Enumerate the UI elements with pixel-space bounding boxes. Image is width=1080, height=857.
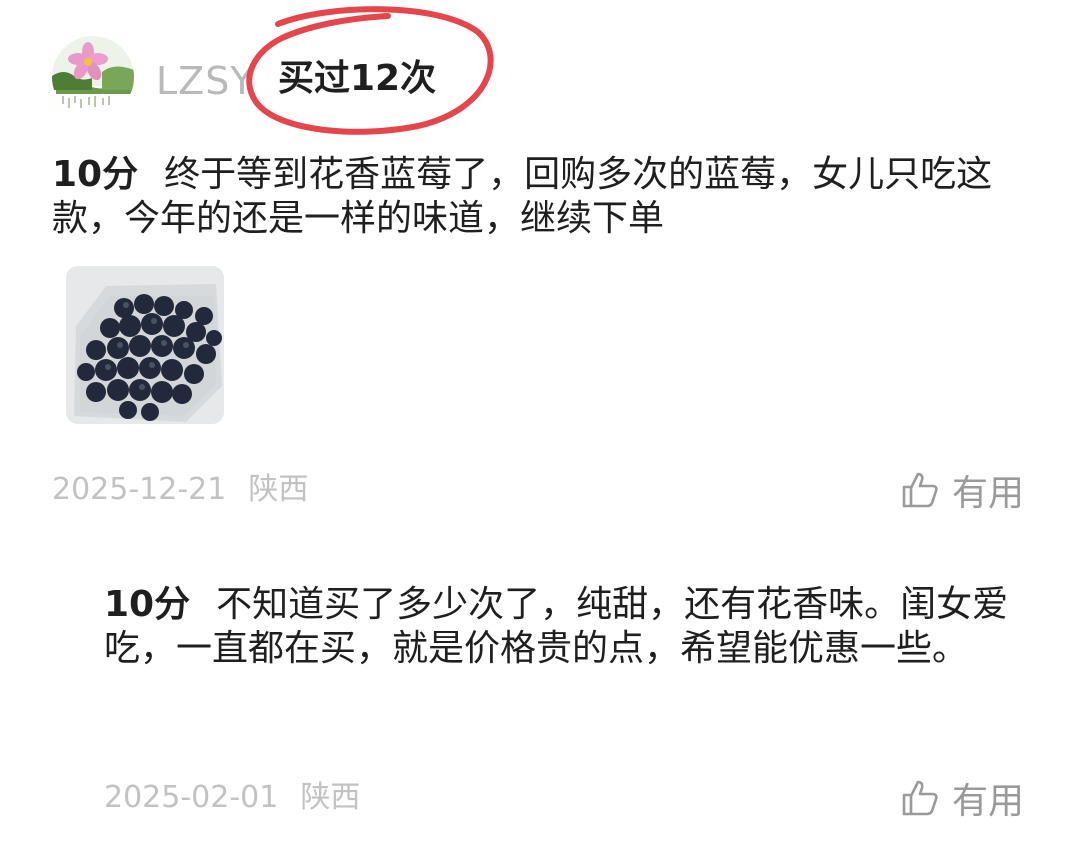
review-body: 终于等到花香蓝莓了，回购多次的蓝莓，女儿只吃这款，今年的还是一样的味道，继续下单 [52, 154, 993, 239]
thumbs-up-icon [902, 472, 938, 508]
review-body: 不知道买了多少次了，纯甜，还有花香味。闺女爱吃，一直都在买，就是价格贵的点，希望… [104, 584, 1009, 669]
useful-label: 有用 [952, 781, 1025, 822]
useful-button[interactable]: 有用 [900, 774, 1024, 822]
avatar[interactable] [52, 36, 134, 118]
purchase-count-badge: 买过12次 [278, 58, 437, 99]
review-score: 10分 [104, 584, 191, 625]
review-region: 陕西 [248, 472, 309, 507]
review-text: 10分 不知道买了多少次了，纯甜，还有花香味。闺女爱吃，一直都在买，就是价格贵的点… [104, 583, 1044, 671]
review-meta: 2025-02-01 陕西 [104, 778, 360, 818]
pink-flower-avatar-icon [52, 36, 134, 118]
review-meta: 2025-12-21 陕西 [52, 470, 308, 510]
review-score: 10分 [52, 154, 139, 195]
thumbs-up-icon [902, 780, 938, 816]
review-date: 2025-12-21 [52, 472, 227, 507]
review-text: 10分 终于等到花香蓝莓了，回购多次的蓝莓，女儿只吃这款，今年的还是一样的味道，继… [52, 153, 1042, 241]
blueberries-photo-icon [66, 266, 224, 424]
review-date: 2025-02-01 [104, 780, 279, 815]
review-photo[interactable] [66, 266, 224, 424]
useful-button[interactable]: 有用 [900, 466, 1024, 514]
review-region: 陕西 [300, 780, 361, 815]
useful-label: 有用 [952, 473, 1025, 514]
